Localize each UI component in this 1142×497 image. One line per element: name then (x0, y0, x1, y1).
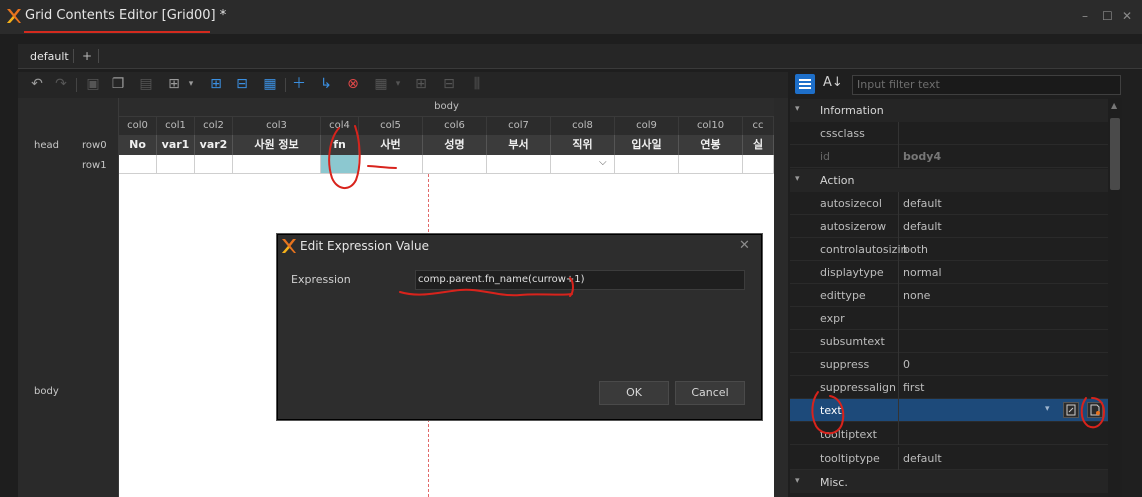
annotation-layer (328, 125, 1106, 435)
